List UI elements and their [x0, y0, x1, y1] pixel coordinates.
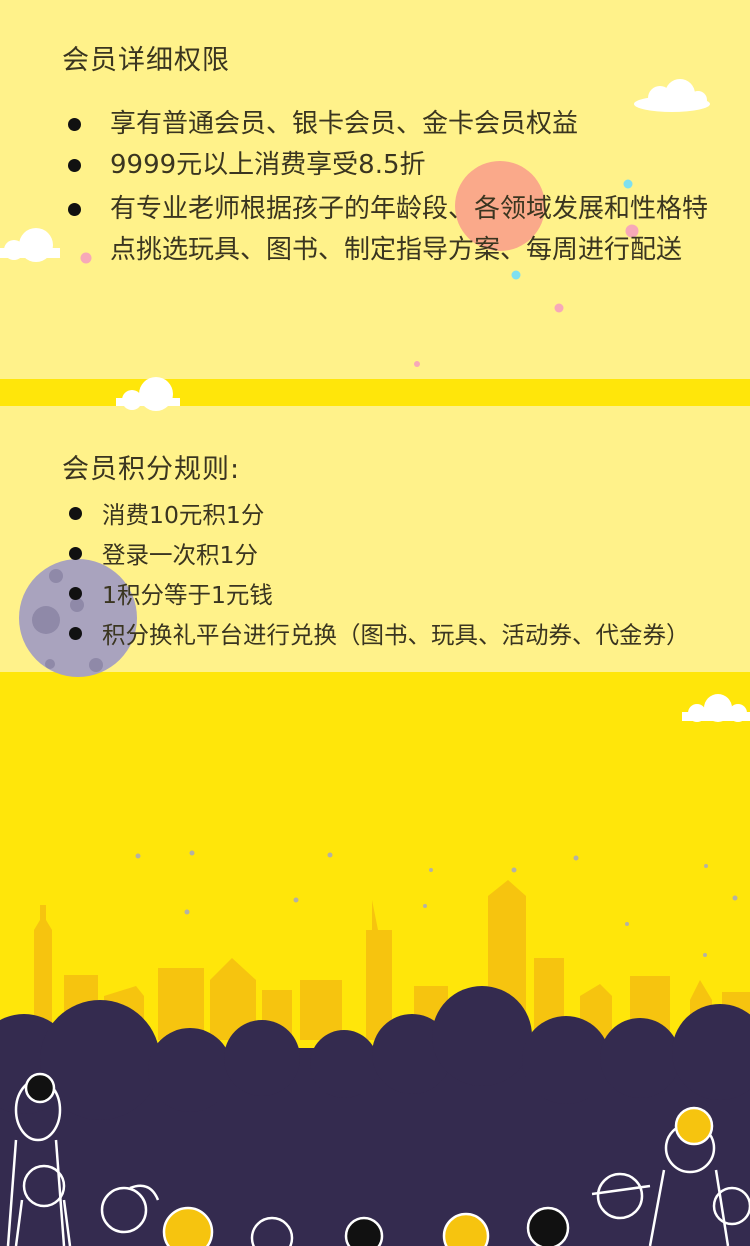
sparkle-icon: [414, 361, 420, 367]
bullet-icon: [68, 118, 81, 131]
rule-text: 积分换礼平台进行兑换（图书、玩具、活动券、代金券）: [102, 621, 690, 649]
bullet-icon: [68, 203, 81, 216]
benefit-text: 享有普通会员、银卡会员、金卡会员权益: [110, 109, 579, 139]
points-title: 会员积分规则:: [62, 454, 241, 485]
list-item: 9999元以上消费享受8.5折: [62, 145, 712, 186]
benefits-title: 会员详细权限: [62, 45, 230, 76]
cloud-icon: [682, 694, 750, 722]
bullet-icon: [68, 159, 81, 172]
benefit-text: 有专业老师根据孩子的年龄段、各领域发展和性格特点挑选玩具、图书、制定指导方案、每…: [110, 194, 709, 265]
bullet-icon: [69, 507, 82, 520]
rule-text: 登录一次积1分: [102, 541, 258, 569]
sparkle-icon: [554, 303, 564, 313]
list-item: 1积分等于1元钱: [62, 575, 750, 615]
bullet-icon: [69, 587, 82, 600]
cloud-icon: [116, 377, 180, 411]
list-item: 消费10元积1分: [62, 495, 750, 535]
bullet-icon: [69, 627, 82, 640]
list-item: 有专业老师根据孩子的年龄段、各领域发展和性格特点挑选玩具、图书、制定指导方案、每…: [62, 189, 712, 271]
benefit-text: 9999元以上消费享受8.5折: [110, 150, 426, 180]
list-item: 登录一次积1分: [62, 535, 750, 575]
list-item: 享有普通会员、银卡会员、金卡会员权益: [62, 104, 712, 145]
sparkle-icon: [511, 270, 521, 280]
rule-text: 1积分等于1元钱: [102, 581, 273, 609]
city-skyline: [34, 880, 750, 1040]
list-item: 积分换礼平台进行兑换（图书、玩具、活动券、代金券）: [62, 615, 750, 655]
bullet-icon: [69, 547, 82, 560]
points-rules-list: 消费10元积1分 登录一次积1分 1积分等于1元钱 积分换礼平台进行兑换（图书、…: [62, 495, 750, 655]
benefits-list: 享有普通会员、银卡会员、金卡会员权益 9999元以上消费享受8.5折 有专业老师…: [62, 104, 712, 271]
rule-text: 消费10元积1分: [102, 501, 265, 529]
